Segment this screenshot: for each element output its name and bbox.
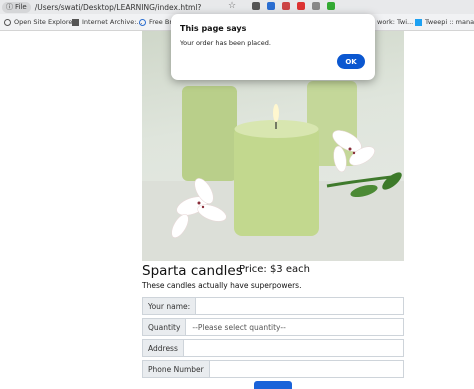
bookmark-star-icon[interactable]: ☆ <box>228 1 236 11</box>
name-row: Your name: <box>142 297 404 315</box>
archive-icon <box>72 18 79 26</box>
quantity-row: Quantity --Please select quantity-- <box>142 318 404 336</box>
name-input[interactable] <box>195 297 404 315</box>
extension-icon[interactable] <box>282 2 290 10</box>
bookmark-item[interactable]: Internet Archive:... <box>72 18 143 26</box>
file-chip[interactable]: ⓘ File <box>2 1 31 13</box>
product-tagline: These candles actually have superpowers. <box>142 281 302 290</box>
bookmark-label: Open Site Explorer <box>14 18 76 26</box>
phone-row: Phone Number <box>142 360 404 378</box>
extension-icon[interactable] <box>327 2 335 10</box>
url-text[interactable]: /Users/swati/Desktop/LEARNING/index.html… <box>35 3 202 12</box>
product-title: Sparta candles <box>142 263 243 279</box>
compass-icon <box>4 18 11 26</box>
bookmark-item[interactable]: work: Twi... <box>377 18 413 26</box>
address-row: Address <box>142 339 404 357</box>
bird-icon <box>415 18 422 26</box>
address-label: Address <box>142 339 183 357</box>
bookmark-label: Tweepi :: mana... <box>425 18 474 26</box>
quantity-select[interactable]: --Please select quantity-- <box>185 318 404 336</box>
extension-icon[interactable] <box>267 2 275 10</box>
address-bar[interactable]: ⓘ File /Users/swati/Desktop/LEARNING/ind… <box>0 0 474 14</box>
dialog-message: Your order has been placed. <box>180 39 271 47</box>
alert-dialog: This page says Your order has been place… <box>171 14 375 80</box>
bookmark-label: Internet Archive:... <box>82 18 143 26</box>
name-label: Your name: <box>142 297 196 315</box>
bookmark-label: work: Twi... <box>377 18 414 26</box>
quantity-label: Quantity <box>142 318 186 336</box>
extension-icon[interactable] <box>252 2 260 10</box>
bookmark-item[interactable]: Tweepi :: mana... <box>415 18 474 26</box>
file-chip-label: File <box>15 3 27 11</box>
submit-button[interactable] <box>254 381 292 389</box>
phone-input[interactable] <box>208 360 404 378</box>
info-icon: ⓘ <box>6 3 13 11</box>
dialog-title: This page says <box>180 24 247 33</box>
address-input[interactable] <box>182 339 404 357</box>
price-label: Price: $3 each <box>239 264 310 275</box>
phone-label: Phone Number <box>142 360 209 378</box>
ok-button[interactable]: OK <box>337 54 365 69</box>
extension-icon[interactable] <box>297 2 305 10</box>
extension-icon[interactable] <box>312 2 320 10</box>
link-icon <box>139 18 146 26</box>
bookmark-item[interactable]: Open Site Explorer <box>4 18 75 26</box>
extension-icons <box>252 2 335 10</box>
